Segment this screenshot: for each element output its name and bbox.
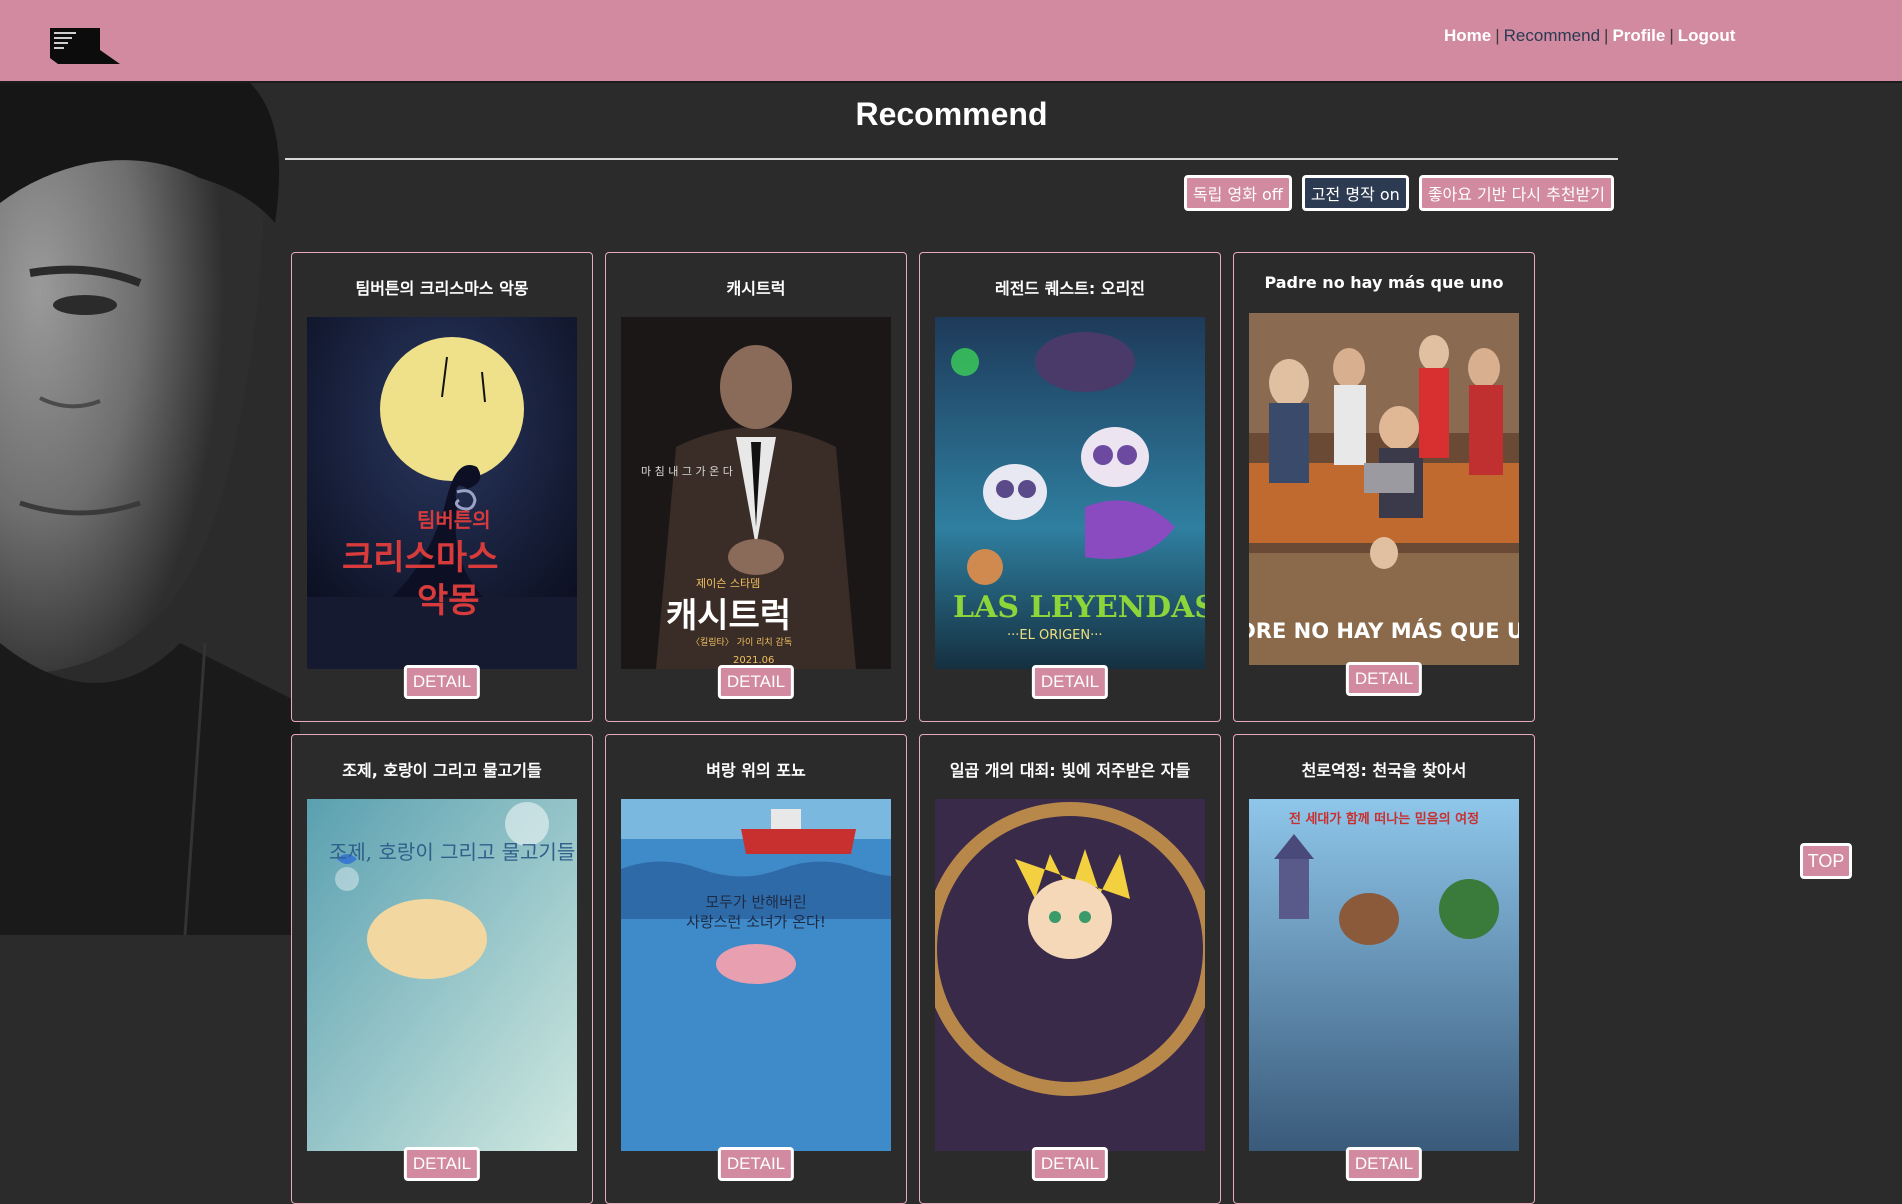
- movie-poster[interactable]: LAS LEYENDAS ···EL ORIGEN···: [935, 317, 1205, 669]
- detail-button[interactable]: DETAIL: [1345, 662, 1423, 696]
- movie-card: 조제, 호랑이 그리고 물고기들 조제, 호랑이 그리고 물고기들 DETAIL: [291, 734, 593, 1204]
- nav-separator: |: [1669, 26, 1674, 45]
- movie-poster[interactable]: 마 침 내 그 가 온 다 제이슨 스타뎀 캐시트럭 〈킬링타〉 가이 리치 감…: [621, 317, 891, 669]
- nav-separator: |: [1495, 26, 1500, 45]
- nav-separator: |: [1604, 26, 1609, 45]
- movie-title: Padre no hay más que uno: [1264, 273, 1504, 292]
- movie-poster[interactable]: 팀버튼의 크리스마스 악몽: [307, 317, 577, 669]
- like-based-recommend-button[interactable]: 좋아요 기반 다시 추천받기: [1418, 175, 1614, 211]
- movie-title: 벼랑 위의 포뇨: [706, 761, 806, 780]
- nav-recommend-link[interactable]: Recommend: [1504, 26, 1600, 45]
- detail-button[interactable]: DETAIL: [1031, 665, 1109, 699]
- movie-poster[interactable]: 모두가 반해버린 사랑스런 소녀가 온다!: [621, 799, 891, 1151]
- movie-grid: 팀버튼의 크리스마스 악몽 팀버튼의 크리스마스 악몽 DETAIL 캐시트럭: [291, 252, 1535, 1204]
- detail-button[interactable]: DETAIL: [717, 1147, 795, 1181]
- detail-button[interactable]: DETAIL: [403, 1147, 481, 1181]
- detail-button[interactable]: DETAIL: [717, 665, 795, 699]
- background-portrait: [0, 83, 300, 935]
- movie-title: 레전드 퀘스트: 오리진: [994, 279, 1146, 298]
- movie-poster[interactable]: PADRE NO HAY MÁS QUE UNO: [1249, 313, 1519, 665]
- poster-text: 팀버튼의: [417, 508, 491, 532]
- poster-text: ···EL ORIGEN···: [1007, 628, 1103, 643]
- site-logo[interactable]: [50, 28, 120, 68]
- nav-home-link[interactable]: Home: [1444, 26, 1491, 45]
- movie-poster[interactable]: 조제, 호랑이 그리고 물고기들: [307, 799, 577, 1151]
- poster-text: 사랑스런 소녀가 온다!: [686, 913, 826, 931]
- detail-button[interactable]: DETAIL: [403, 665, 481, 699]
- movie-title: 조제, 호랑이 그리고 물고기들: [342, 761, 542, 780]
- nav-logout-link[interactable]: Logout: [1678, 26, 1736, 45]
- poster-tagline: 마 침 내 그 가 온 다: [641, 465, 733, 478]
- scroll-top-button[interactable]: TOP: [1800, 843, 1852, 879]
- detail-button[interactable]: DETAIL: [1345, 1147, 1423, 1181]
- poster-tagline: 전 세대가 함께 떠나는 믿음의 여정: [1289, 811, 1479, 827]
- poster-text: 악몽: [417, 581, 480, 621]
- movie-poster[interactable]: 전 세대가 함께 떠나는 믿음의 여정: [1249, 799, 1519, 1151]
- poster-text: 제이슨 스타뎀: [696, 577, 760, 590]
- filter-toolbar: 독립 영화 off 고전 명작 on 좋아요 기반 다시 추천받기: [1183, 175, 1614, 211]
- movie-card: 레전드 퀘스트: 오리진 LAS LEYENDAS ···EL ORIGEN··…: [919, 252, 1221, 722]
- top-header: Home | Recommend | Profile | Logout: [0, 0, 1902, 83]
- poster-text: 조제, 호랑이 그리고 물고기들: [329, 840, 575, 864]
- movie-title: 캐시트럭: [726, 279, 786, 298]
- poster-text: 캐시트럭: [666, 596, 791, 636]
- poster-text: 크리스마스: [342, 538, 498, 578]
- movie-title: 천로역정: 천국을 찾아서: [1301, 761, 1467, 780]
- movie-card: Padre no hay más que uno PADRE NO HA: [1233, 252, 1535, 722]
- movie-card: 팀버튼의 크리스마스 악몽 팀버튼의 크리스마스 악몽 DETAIL: [291, 252, 593, 722]
- movie-title: 팀버튼의 크리스마스 악몽: [355, 279, 529, 298]
- movie-title: 일곱 개의 대죄: 빛에 저주받은 자들: [949, 761, 1191, 780]
- main-nav: Home | Recommend | Profile | Logout: [1444, 26, 1735, 46]
- poster-text: 〈킬링타〉 가이 리치 감독: [691, 636, 792, 648]
- detail-button[interactable]: DETAIL: [1031, 1147, 1109, 1181]
- poster-text: 모두가 반해버린: [705, 893, 806, 911]
- poster-text: PADRE NO HAY MÁS QUE UNO: [1249, 618, 1519, 643]
- poster-text: LAS LEYENDAS: [953, 590, 1205, 625]
- movie-poster[interactable]: [935, 799, 1205, 1151]
- movie-card: 일곱 개의 대죄: 빛에 저주받은 자들 DETAIL: [919, 734, 1221, 1204]
- indie-film-toggle[interactable]: 독립 영화 off: [1183, 175, 1292, 211]
- movie-card: 캐시트럭 마 침 내 그 가 온 다 제이슨 스타뎀 캐시트럭 〈킬링타〉 가이…: [605, 252, 907, 722]
- nav-profile-link[interactable]: Profile: [1612, 26, 1665, 45]
- classic-film-toggle[interactable]: 고전 명작 on: [1301, 175, 1409, 211]
- movie-card: 천로역정: 천국을 찾아서 전 세대가 함께 떠나는 믿음의 여정 DETAIL: [1233, 734, 1535, 1204]
- movie-card: 벼랑 위의 포뇨 모두가 반해버린 사랑스런 소녀가 온다! DETAIL: [605, 734, 907, 1204]
- title-divider: [285, 158, 1618, 160]
- page-title: Recommend: [855, 96, 1048, 132]
